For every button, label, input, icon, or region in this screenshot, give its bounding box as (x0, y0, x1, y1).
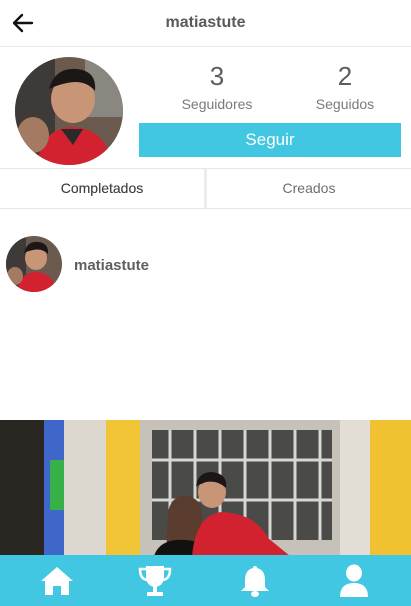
tab-creados[interactable]: Creados (207, 169, 411, 208)
list-item-username[interactable]: matiastute (74, 257, 149, 274)
page-title: matiastute (165, 14, 246, 31)
bell-icon (241, 566, 269, 597)
following-label: Seguidos (315, 96, 375, 112)
nav-profile[interactable] (336, 563, 372, 599)
followers-count: 3 (209, 61, 225, 91)
user-icon (340, 564, 368, 597)
nav-notifications[interactable] (237, 563, 273, 599)
bottom-navigation (0, 555, 411, 606)
following-count: 2 (337, 61, 353, 91)
challenge-photo[interactable] (0, 420, 411, 556)
list-item-avatar[interactable] (6, 236, 62, 292)
profile-avatar (15, 57, 123, 165)
nav-trophies[interactable] (137, 563, 173, 599)
nav-home[interactable] (39, 563, 75, 599)
follow-button[interactable]: Seguir (139, 123, 401, 157)
following-stat[interactable]: 2 Seguidos (280, 60, 410, 112)
trophy-icon (138, 566, 172, 596)
followers-stat[interactable]: 3 Seguidores (152, 60, 282, 112)
tab-bar: Completados Creados (0, 168, 411, 209)
home-icon (41, 567, 73, 595)
followers-label: Seguidores (181, 96, 253, 112)
top-app-bar: matiastute (0, 0, 411, 47)
tab-completados[interactable]: Completados (0, 169, 204, 208)
